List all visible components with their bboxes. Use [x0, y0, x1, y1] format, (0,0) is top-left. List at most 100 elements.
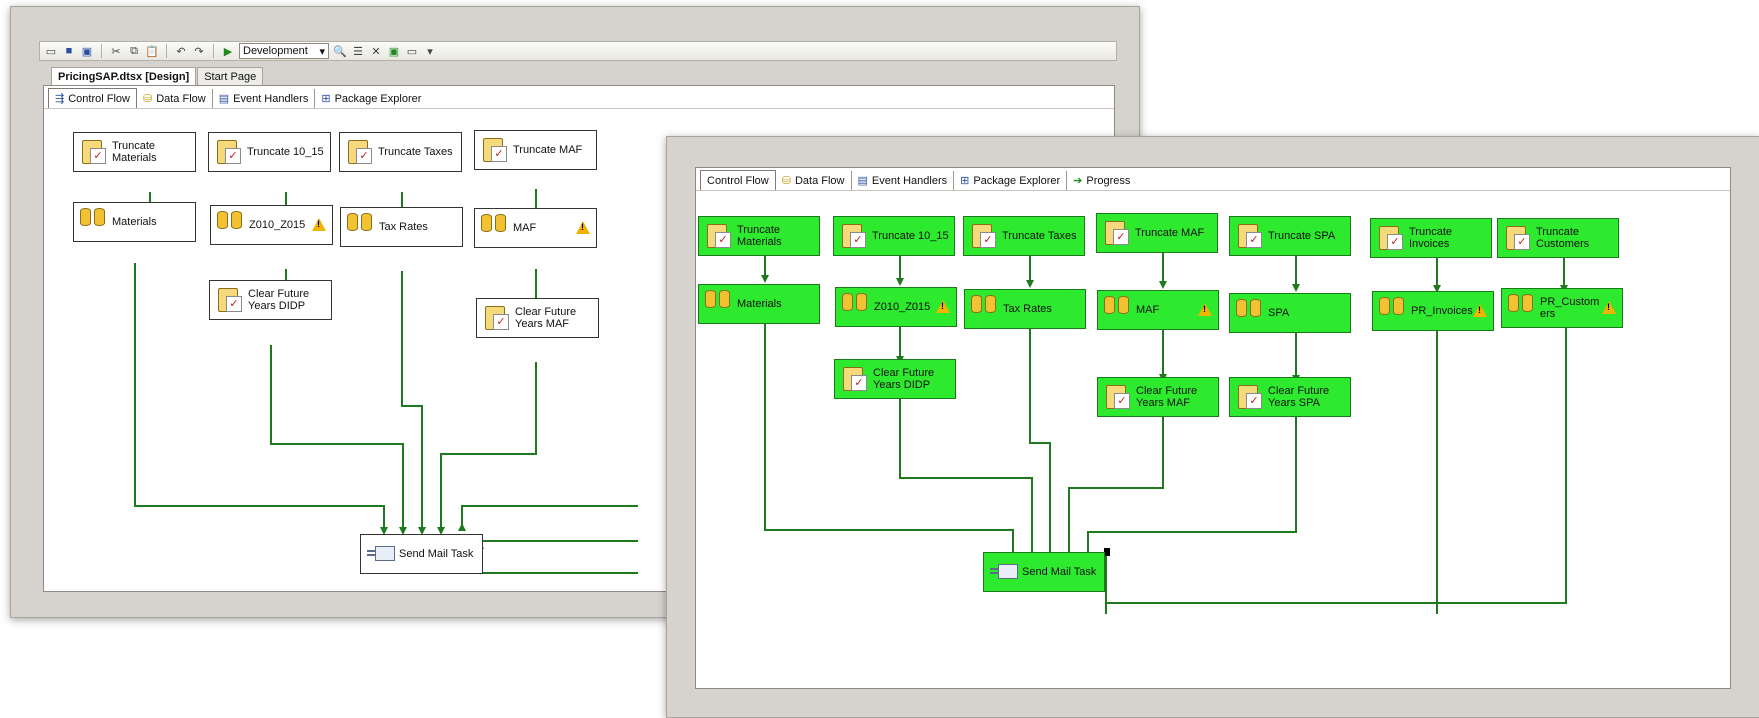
execute-sql-icon	[840, 222, 866, 250]
task-label: Send Mail Task	[399, 548, 474, 560]
execute-sql-icon	[1377, 224, 1403, 252]
task-label: Truncate MAF	[513, 144, 583, 156]
task-truncate-invoices[interactable]: Truncate Invoices	[1370, 218, 1492, 258]
undo-icon[interactable]: ↶	[174, 44, 188, 58]
arrowhead	[761, 275, 769, 283]
task-clear-future-years-didp[interactable]: Clear Future Years DIDP	[209, 280, 332, 320]
execute-sql-icon	[80, 138, 106, 166]
task-label: Tax Rates	[1003, 303, 1052, 315]
task-truncate-materials[interactable]: Truncate Materials	[73, 132, 196, 172]
warning-icon	[1602, 301, 1616, 314]
connector	[461, 505, 638, 529]
task-materials[interactable]: Materials	[73, 202, 196, 242]
arrowhead	[1292, 284, 1300, 292]
connector	[1068, 416, 1164, 554]
connector	[401, 271, 423, 529]
save-all-icon[interactable]: ▣	[80, 44, 94, 58]
task-send-mail[interactable]: Send Mail Task	[360, 534, 483, 574]
task-label: Truncate 10_15	[872, 230, 949, 242]
warning-icon	[1198, 303, 1212, 316]
task-clear-future-years-maf[interactable]: Clear Future Years MAF	[1097, 377, 1219, 417]
task-spa[interactable]: SPA	[1229, 293, 1351, 333]
task-label: Clear Future Years DIDP	[873, 367, 935, 391]
properties-icon[interactable]: ☰	[351, 44, 365, 58]
task-clear-future-years-didp[interactable]: Clear Future Years DIDP	[834, 359, 956, 399]
task-label: Truncate Taxes	[1002, 230, 1077, 242]
start-debug-icon[interactable]: ▶	[221, 44, 235, 58]
connector	[479, 540, 638, 551]
task-truncate-maf[interactable]: Truncate MAF	[474, 130, 597, 170]
warning-icon	[576, 221, 590, 234]
toolbar-separator	[101, 44, 102, 58]
task-truncate-taxes[interactable]: Truncate Taxes	[963, 216, 1085, 256]
task-truncate-10-15[interactable]: Truncate 10_15	[208, 132, 331, 172]
task-truncate-taxes[interactable]: Truncate Taxes	[339, 132, 462, 172]
data-flow-task-icon	[971, 295, 997, 323]
data-flow-task-icon	[481, 214, 507, 242]
task-label: Z010_Z015	[874, 301, 931, 313]
execute-sql-icon	[1103, 219, 1129, 247]
data-flow-task-icon	[217, 211, 243, 239]
redo-icon[interactable]: ↷	[192, 44, 206, 58]
save-icon[interactable]: ■	[62, 44, 76, 58]
paste-icon[interactable]: 📋	[145, 44, 159, 58]
cut-icon[interactable]: ✂	[109, 44, 123, 58]
task-maf[interactable]: MAF	[474, 208, 597, 248]
task-tax-rates[interactable]: Tax Rates	[964, 289, 1086, 329]
tab-pricingsap-design[interactable]: PricingSAP.dtsx [Design]	[51, 67, 197, 85]
execute-sql-icon	[216, 286, 242, 314]
task-label: Truncate 10_15	[247, 146, 324, 158]
task-z010-z015[interactable]: Z010_Z015	[210, 205, 333, 245]
window-icon[interactable]: ▭	[405, 44, 419, 58]
task-z010-z015[interactable]: Z010_Z015	[835, 287, 957, 327]
tab-start-page[interactable]: Start Page	[197, 67, 264, 85]
connector	[764, 319, 1014, 554]
copy-icon[interactable]: ⧉	[127, 44, 141, 58]
execute-sql-icon	[1236, 383, 1262, 411]
document-tabs: PricingSAP.dtsx [Design] Start Page	[51, 67, 264, 85]
task-truncate-spa[interactable]: Truncate SPA	[1229, 216, 1351, 256]
data-flow-task-icon	[1508, 294, 1534, 322]
task-label: Clear Future Years DIDP	[248, 288, 310, 312]
arrowhead	[1159, 281, 1167, 289]
task-label: SPA	[1268, 307, 1290, 319]
execute-sql-icon	[970, 222, 996, 250]
new-item-icon[interactable]: ▭	[44, 44, 58, 58]
task-clear-future-years-maf[interactable]: Clear Future Years MAF	[476, 298, 599, 338]
task-materials[interactable]: Materials	[698, 284, 820, 324]
tab-label: Start Page	[204, 70, 257, 83]
task-label: Truncate MAF	[1135, 227, 1205, 239]
task-label: Clear Future Years MAF	[515, 306, 577, 330]
task-label: Truncate Customers	[1536, 226, 1590, 250]
task-maf[interactable]: MAF	[1097, 290, 1219, 330]
solution-icon[interactable]: ▣	[387, 44, 401, 58]
execute-sql-icon	[1104, 383, 1130, 411]
task-truncate-10-15[interactable]: Truncate 10_15	[833, 216, 955, 256]
data-flow-task-icon	[842, 293, 868, 321]
connector	[440, 362, 537, 529]
task-truncate-maf[interactable]: Truncate MAF	[1096, 213, 1218, 253]
solution-configuration-select[interactable]: Development ▾	[239, 43, 329, 59]
task-label: Truncate Materials	[737, 224, 782, 248]
task-label: Clear Future Years SPA	[1268, 385, 1330, 409]
task-label: Truncate SPA	[1268, 230, 1336, 242]
find-icon[interactable]: 🔍	[333, 44, 347, 58]
arrowhead	[458, 523, 466, 531]
task-send-mail[interactable]: Send Mail Task	[983, 552, 1105, 592]
task-label: MAF	[1136, 304, 1160, 316]
task-pr-invoices[interactable]: PR_Invoices	[1372, 291, 1494, 331]
task-clear-future-years-spa[interactable]: Clear Future Years SPA	[1229, 377, 1351, 417]
toolbox-icon[interactable]: ✕	[369, 44, 383, 58]
task-label: PR_Invoices	[1411, 305, 1473, 317]
overflow-icon[interactable]: ▾	[423, 44, 437, 58]
execute-sql-icon	[483, 304, 509, 332]
front-designer-window: Control Flow ⛁ Data Flow ▤ Event Handler…	[666, 136, 1759, 718]
task-tax-rates[interactable]: Tax Rates	[340, 207, 463, 247]
task-truncate-materials[interactable]: Truncate Materials	[698, 216, 820, 256]
task-truncate-customers[interactable]: Truncate Customers	[1497, 218, 1619, 258]
execute-sql-icon	[1236, 222, 1262, 250]
task-label: Tax Rates	[379, 221, 428, 233]
package-designer: Control Flow ⛁ Data Flow ▤ Event Handler…	[695, 167, 1731, 689]
data-flow-task-icon	[1236, 299, 1262, 327]
task-pr-customers[interactable]: PR_Custom ers	[1501, 288, 1623, 328]
